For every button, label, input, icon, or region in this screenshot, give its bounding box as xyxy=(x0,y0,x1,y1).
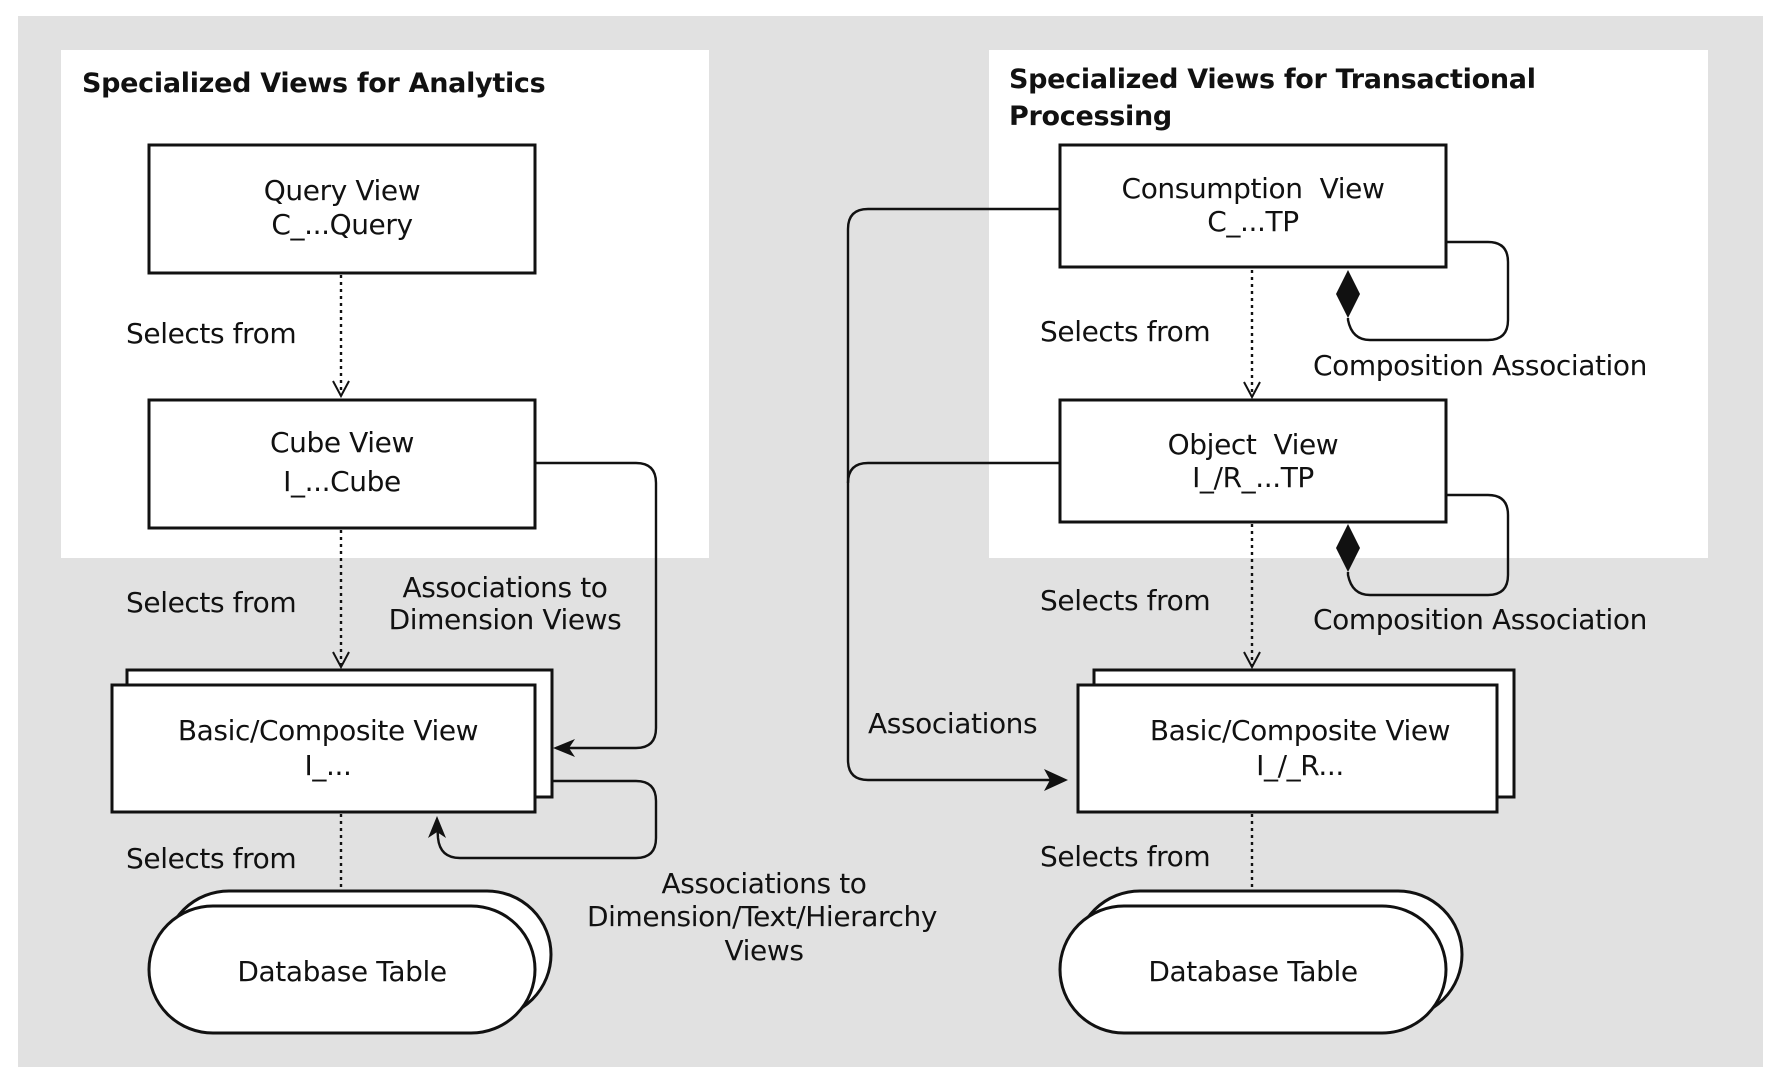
basic-view-name-transactional: Basic/Composite View xyxy=(1150,714,1450,747)
view-architecture-diagram: Specialized Views for Analytics Speciali… xyxy=(18,16,1763,1067)
basic-view-node: Basic/Composite View I_... xyxy=(110,668,554,814)
query-view-prefix: C_...Query xyxy=(271,208,412,241)
object-view-prefix: I_/R_...TP xyxy=(1192,461,1314,494)
analytics-panel-title: Specialized Views for Analytics xyxy=(82,68,545,99)
label-consumption-selects-from: Selects from xyxy=(1040,315,1210,348)
label-basic-assoc-line3: Views xyxy=(724,934,803,967)
transactional-panel-title-line1: Specialized Views for Transactional xyxy=(1009,64,1536,95)
label-basic-assoc-line2: Dimension/Text/Hierarchy xyxy=(587,900,937,933)
cube-view-name: Cube View xyxy=(270,426,414,459)
object-view-node: Object View I_/R_...TP xyxy=(1058,398,1448,524)
transactional-panel-title-line2: Processing xyxy=(1009,101,1172,132)
label-consumption-composition: Composition Association xyxy=(1313,349,1647,382)
basic-view-name: Basic/Composite View xyxy=(178,714,478,747)
basic-view-node-transactional: Basic/Composite View I_/_R... xyxy=(1076,668,1516,814)
basic-view-prefix-transactional: I_/_R... xyxy=(1256,749,1344,782)
query-view-name: Query View xyxy=(264,174,420,207)
label-cube-assoc-line1: Associations to xyxy=(402,571,607,604)
cube-view-node: Cube View I_...Cube xyxy=(147,398,537,530)
consumption-view-node: Consumption View C_...TP xyxy=(1058,143,1448,269)
basic-view-prefix: I_... xyxy=(305,749,352,782)
label-object-composition: Composition Association xyxy=(1313,603,1647,636)
query-view-node: Query View C_...Query xyxy=(147,143,537,275)
label-associations: Associations xyxy=(868,707,1037,740)
label-object-selects-from: Selects from xyxy=(1040,584,1210,617)
object-view-name: Object View xyxy=(1168,428,1339,461)
label-basic-selects-from-transactional: Selects from xyxy=(1040,840,1210,873)
consumption-view-prefix: C_...TP xyxy=(1207,205,1298,238)
label-query-selects-from: Selects from xyxy=(126,317,296,350)
database-table-node-analytics: Database Table xyxy=(147,889,553,1035)
cube-view-prefix: I_...Cube xyxy=(283,465,401,498)
database-table-label-transactional: Database Table xyxy=(1148,955,1357,988)
consumption-view-name: Consumption View xyxy=(1122,172,1385,205)
label-cube-selects-from: Selects from xyxy=(126,586,296,619)
label-cube-assoc-line2: Dimension Views xyxy=(389,603,622,636)
label-basic-selects-from: Selects from xyxy=(126,842,296,875)
database-table-label-analytics: Database Table xyxy=(237,955,446,988)
database-table-node-transactional: Database Table xyxy=(1058,889,1464,1035)
label-basic-assoc-line1: Associations to xyxy=(661,867,866,900)
